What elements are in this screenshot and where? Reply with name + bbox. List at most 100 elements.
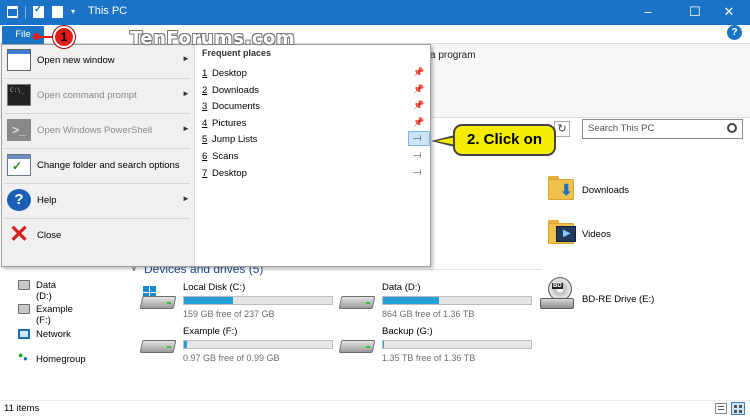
hard-drive-icon — [338, 290, 376, 312]
new-folder-icon[interactable] — [52, 6, 63, 18]
properties-icon[interactable] — [33, 4, 44, 18]
drive-icon — [18, 280, 30, 290]
unpinned-pin-icon[interactable]: -⊣ — [413, 151, 422, 160]
frequent-place-item[interactable]: 5 Jump Lists -⊣ — [198, 131, 430, 148]
item-number: 7 — [202, 168, 208, 179]
folder-label-videos[interactable]: Videos — [582, 229, 611, 240]
menu-item-close[interactable]: ✕ Close — [2, 219, 192, 253]
search-icon[interactable] — [727, 123, 737, 133]
item-name: Jump Lists — [212, 134, 258, 145]
drive-name: Data (D:) — [382, 282, 421, 293]
pin-icon[interactable]: 📌 — [413, 117, 424, 128]
drive-tile-g[interactable]: Backup (G:) 1.35 TB free of 1.36 TB — [338, 326, 535, 366]
section-divider — [262, 269, 542, 270]
frequent-places-header: Frequent places — [202, 48, 272, 58]
hard-drive-icon — [338, 334, 376, 356]
bd-drive-icon[interactable] — [540, 298, 574, 309]
search-input[interactable]: Search This PC — [582, 119, 743, 139]
item-name: Scans — [212, 151, 239, 162]
frequent-place-item[interactable]: 6 Scans -⊣ — [198, 149, 429, 165]
menu-item-help[interactable]: ? Help ► — [2, 184, 192, 218]
submenu-arrow-icon: ► — [182, 124, 190, 133]
item-name: Downloads — [212, 85, 259, 96]
folder-icon[interactable] — [7, 6, 18, 18]
item-number: 1 — [202, 68, 208, 79]
frequent-place-item[interactable]: 4 Pictures 📌 — [198, 116, 429, 132]
item-number: 5 — [202, 134, 208, 145]
bd-disc-label: BD — [552, 283, 563, 289]
nav-item-label: Network — [36, 329, 71, 340]
help-icon[interactable]: ? — [727, 25, 742, 40]
drive-usage-bar — [382, 340, 532, 349]
menu-item-label: Close — [37, 230, 62, 241]
menu-item-open-new-window[interactable]: Open new window ► — [2, 44, 192, 78]
close-window-button[interactable]: ✕ — [706, 0, 750, 25]
hard-drive-icon — [139, 286, 177, 312]
drive-usage-bar — [183, 340, 333, 349]
bd-drive-name[interactable]: BD-RE Drive (E:) — [582, 294, 654, 305]
item-name: Desktop — [212, 168, 247, 179]
step-1-callout: 1 — [53, 26, 75, 48]
frequent-place-item[interactable]: 7 Desktop -⊣ — [198, 166, 429, 182]
drive-free-space: 864 GB free of 1.36 TB — [382, 309, 475, 319]
window-title: This PC — [88, 5, 128, 17]
item-number: 3 — [202, 101, 208, 112]
minimize-button[interactable]: – — [625, 0, 671, 25]
status-bar — [0, 400, 750, 418]
window-icon — [7, 49, 31, 71]
unpinned-pin-icon[interactable]: -⊣ — [413, 134, 422, 143]
drive-free-space: 159 GB free of 237 GB — [183, 309, 275, 319]
quick-access-dropdown-icon[interactable]: ▾ — [67, 6, 79, 18]
item-number: 2 — [202, 85, 208, 96]
item-name: Documents — [212, 101, 261, 112]
item-count: 11 items — [4, 403, 40, 414]
step-2-callout: 2. Click on — [453, 124, 556, 156]
menu-item-label: Change folder and search options — [37, 160, 180, 171]
menu-item-label: Help — [37, 195, 57, 206]
frequent-place-item[interactable]: 1 Desktop 📌 — [198, 66, 429, 82]
drive-usage-bar — [183, 296, 333, 305]
menu-item-label: Open command prompt — [37, 90, 137, 101]
menu-item-label: Open new window — [37, 55, 115, 66]
nav-item-label: Example (F:) — [36, 304, 73, 326]
unpinned-pin-icon[interactable]: -⊣ — [413, 168, 422, 177]
powershell-icon: >_ — [7, 119, 31, 141]
drive-name: Example (F:) — [183, 326, 238, 337]
folder-label-downloads[interactable]: Downloads — [582, 185, 629, 196]
drive-tile-d[interactable]: Data (D:) 864 GB free of 1.36 TB — [338, 282, 535, 322]
close-icon: ✕ — [8, 221, 30, 248]
command-prompt-icon: C:\_ — [7, 84, 31, 106]
nav-item-label: Data (D:) — [36, 280, 57, 302]
item-number: 4 — [202, 118, 208, 129]
details-view-icon[interactable] — [715, 403, 727, 414]
item-name: Pictures — [212, 118, 247, 129]
drive-tile-f[interactable]: Example (F:) 0.97 GB free of 0.99 GB — [139, 326, 336, 366]
pin-icon[interactable]: 📌 — [413, 67, 424, 78]
video-overlay-icon — [556, 226, 576, 242]
titlebar-separator — [25, 6, 26, 19]
drive-tile-c[interactable]: Local Disk (C:) 159 GB free of 237 GB — [139, 282, 336, 322]
network-icon — [18, 329, 30, 339]
refresh-button[interactable]: ↻ — [554, 121, 570, 137]
submenu-arrow-icon: ► — [182, 194, 190, 203]
drive-free-space: 1.35 TB free of 1.36 TB — [382, 353, 476, 363]
item-name: Desktop — [212, 68, 247, 79]
drive-name: Backup (G:) — [382, 326, 433, 337]
pin-icon[interactable]: 📌 — [413, 84, 424, 95]
drive-name: Local Disk (C:) — [183, 282, 246, 293]
menu-item-open-command-prompt[interactable]: C:\_ Open command prompt ► — [2, 79, 192, 113]
download-arrow-icon: ⬇ — [560, 182, 573, 199]
tiles-view-icon[interactable] — [731, 402, 745, 415]
nav-item-label: Homegroup — [36, 354, 86, 365]
frequent-place-item[interactable]: 3 Documents 📌 — [198, 99, 429, 115]
pin-icon[interactable]: 📌 — [413, 100, 424, 111]
item-number: 6 — [202, 151, 208, 162]
menu-item-folder-options[interactable]: Change folder and search options — [2, 149, 192, 183]
ribbon-partial-label[interactable]: a program — [430, 50, 476, 61]
menu-item-label: Open Windows PowerShell — [37, 125, 153, 136]
menu-item-open-powershell[interactable]: >_ Open Windows PowerShell ► — [2, 114, 192, 148]
ribbon-tab-row — [0, 25, 750, 44]
folder-options-icon — [7, 154, 31, 176]
frequent-place-item[interactable]: 2 Downloads 📌 — [198, 83, 429, 99]
drive-free-space: 0.97 GB free of 0.99 GB — [183, 353, 280, 363]
